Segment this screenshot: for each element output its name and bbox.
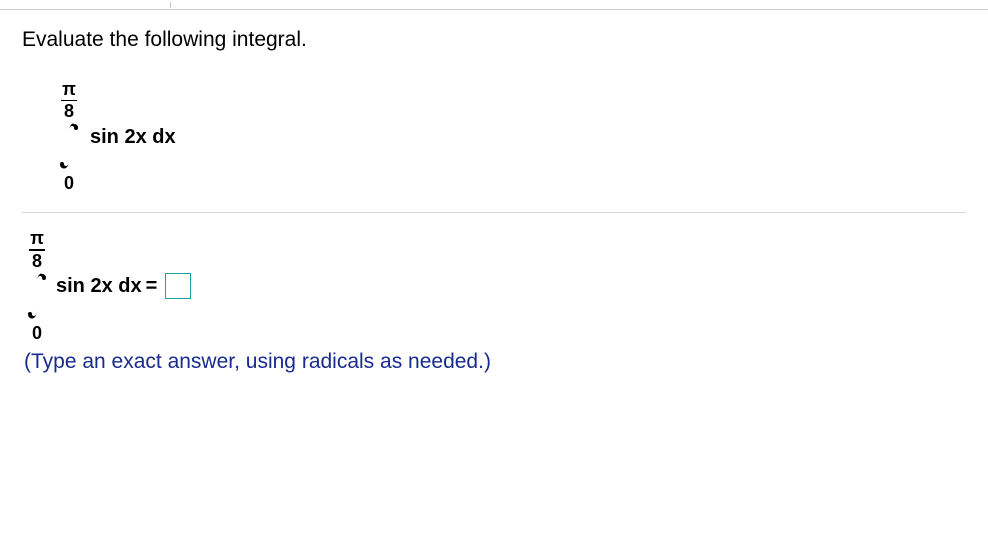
answer-integral-block: π 8 0 <box>24 229 50 343</box>
top-divider <box>0 0 988 10</box>
integral-display: π 8 0 sin 2x dx <box>56 80 966 194</box>
answer-upper-denominator: 8 <box>30 252 44 271</box>
upper-limit-denominator: 8 <box>62 102 76 121</box>
answer-input[interactable] <box>165 273 191 299</box>
equals-sign: = <box>146 275 158 298</box>
answer-row: π 8 0 sin 2x dx = <box>24 229 966 343</box>
section-divider <box>22 212 966 213</box>
answer-upper-numerator: π <box>28 229 46 248</box>
content-area: Evaluate the following integral. π 8 0 s… <box>0 10 988 374</box>
integral-sign-icon <box>56 121 82 171</box>
answer-integral-sign-icon <box>24 271 50 321</box>
upper-limit-fraction: π 8 <box>60 80 78 121</box>
integrand: sin 2x dx <box>90 126 176 149</box>
integral-symbol-block: π 8 0 <box>56 80 82 194</box>
answer-lower-limit: 0 <box>32 323 42 344</box>
hint-text: (Type an exact answer, using radicals as… <box>24 350 966 374</box>
answer-integrand: sin 2x dx <box>56 275 142 298</box>
answer-upper-limit-fraction: π 8 <box>28 229 46 270</box>
question-prompt: Evaluate the following integral. <box>22 28 966 52</box>
upper-limit-numerator: π <box>60 80 78 99</box>
lower-limit: 0 <box>64 173 74 194</box>
